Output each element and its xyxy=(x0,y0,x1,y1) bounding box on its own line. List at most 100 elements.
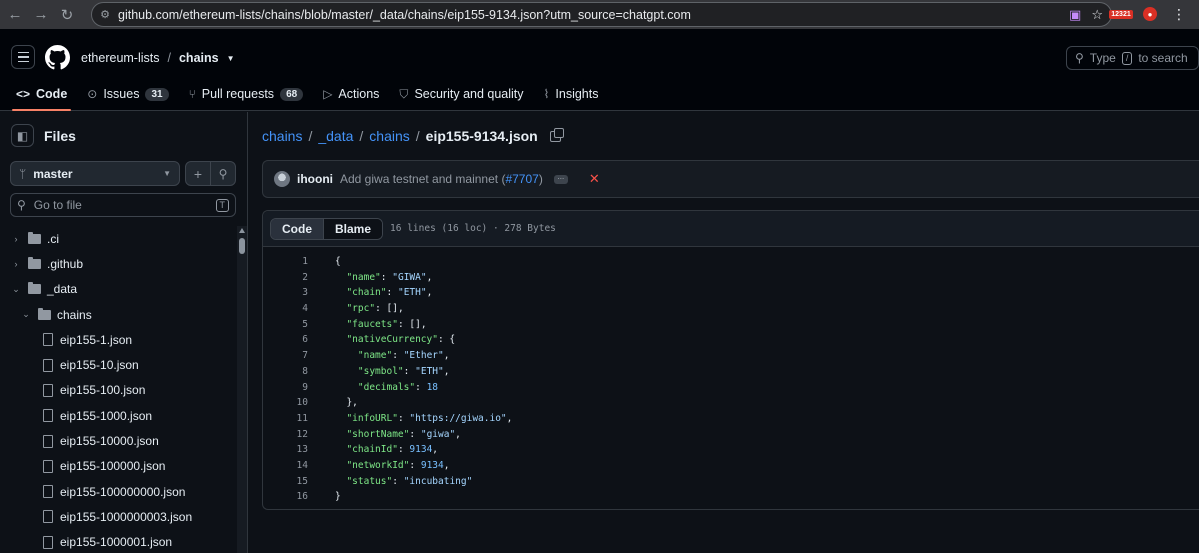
tree-file[interactable]: eip155-100000.json xyxy=(0,454,236,479)
line-number[interactable]: 9 xyxy=(263,380,308,396)
file-tree: › .ci › .github ⌄ _data ⌄ chains eip155-1.json ei… xyxy=(0,226,236,553)
tree-file[interactable]: eip155-10000.json xyxy=(0,428,236,453)
line-number[interactable]: 11 xyxy=(263,411,308,427)
tab-security[interactable]: ⛉ Security and quality xyxy=(389,81,533,107)
code-body: 1{2 "name": "GIWA", 3 "chain": "ETH", 4 "r… xyxy=(263,254,1199,505)
code-line: 1{ xyxy=(263,254,1199,270)
tree-item-label: eip155-10.json xyxy=(60,358,139,373)
more-menu-icon[interactable]: ⋮ xyxy=(1169,4,1189,24)
tree-item-label: eip155-1000001.json xyxy=(60,535,173,550)
line-number[interactable]: 14 xyxy=(263,458,308,474)
tree-folder[interactable]: ⌄ _data xyxy=(0,277,236,302)
pr-link[interactable]: #7707 xyxy=(505,172,538,186)
breadcrumb-chains-root[interactable]: chains xyxy=(262,128,302,144)
tree-file[interactable]: eip155-100.json xyxy=(0,378,236,403)
code-line: 9 "decimals": 18 xyxy=(263,380,1199,396)
line-number[interactable]: 12 xyxy=(263,427,308,443)
line-number[interactable]: 15 xyxy=(263,474,308,490)
tree-file[interactable]: eip155-10.json xyxy=(0,352,236,377)
go-to-file-input[interactable]: ⚲ Go to file T xyxy=(10,193,236,217)
copy-path-icon[interactable] xyxy=(549,127,564,142)
hamburger-menu-icon[interactable] xyxy=(11,45,35,69)
line-number[interactable]: 4 xyxy=(263,301,308,317)
line-number[interactable]: 7 xyxy=(263,348,308,364)
github-logo-icon[interactable] xyxy=(45,45,70,70)
bookmark-star-icon[interactable]: ☆ xyxy=(1091,7,1103,23)
repo-link[interactable]: chains xyxy=(179,51,219,65)
branch-selector[interactable]: ᛘ master ▼ xyxy=(10,161,180,186)
line-number[interactable]: 6 xyxy=(263,332,308,348)
tree-folder[interactable]: › .github xyxy=(0,251,236,276)
search-shortcut: / xyxy=(1121,51,1133,65)
search-input[interactable]: ⚲ Type / to search xyxy=(1066,46,1199,70)
collapse-panel-icon[interactable]: ◧ xyxy=(11,124,34,147)
breadcrumb-data[interactable]: _data xyxy=(318,128,353,144)
tab-insights[interactable]: ⌇ Insights xyxy=(534,81,609,107)
tree-folder[interactable]: › .ci xyxy=(0,226,236,251)
check-failed-icon[interactable]: ✕ xyxy=(589,171,600,187)
line-content: "shortName": "giwa", xyxy=(346,428,461,440)
commit-author[interactable]: ihooni xyxy=(297,172,333,186)
code-line: 16} xyxy=(263,489,1199,505)
file-icon xyxy=(43,510,53,524)
tree-item-label: chains xyxy=(57,307,92,322)
file-viewer: Code Blame 16 lines (16 loc) · 278 Bytes… xyxy=(262,210,1199,510)
back-icon[interactable]: ← xyxy=(2,2,28,28)
line-number[interactable]: 5 xyxy=(263,317,308,333)
expand-commit-button[interactable]: … xyxy=(553,174,568,184)
tab-pull-requests[interactable]: ⑂ Pull requests 68 xyxy=(179,81,314,107)
chevron-right-icon[interactable]: › xyxy=(10,259,22,269)
chevron-down-icon[interactable]: ⌄ xyxy=(10,284,22,295)
folder-icon xyxy=(28,256,41,269)
code-line: 12 "shortName": "giwa", xyxy=(263,427,1199,443)
line-number[interactable]: 8 xyxy=(263,364,308,380)
chevron-down-icon[interactable]: ⌄ xyxy=(20,309,32,320)
file-icon xyxy=(43,434,53,448)
sidebar-scrollbar[interactable] xyxy=(237,226,247,553)
line-number[interactable]: 10 xyxy=(263,395,308,411)
line-content: { xyxy=(335,256,341,267)
tree-file[interactable]: eip155-1.json xyxy=(0,327,236,352)
site-info-icon[interactable]: ⚙ xyxy=(92,8,118,21)
breadcrumb-chains[interactable]: chains xyxy=(369,128,409,144)
issue-icon: ⊙ xyxy=(87,87,98,101)
line-number[interactable]: 16 xyxy=(263,489,308,505)
url-text: github.com/ethereum-lists/chains/blob/ma… xyxy=(118,7,691,22)
chevron-down-icon[interactable]: ▼ xyxy=(227,54,235,63)
add-file-button[interactable]: + xyxy=(185,161,211,186)
cast-icon[interactable]: ▣ xyxy=(1069,7,1081,23)
avatar[interactable] xyxy=(274,171,290,187)
tree-file[interactable]: eip155-1000000003.json xyxy=(0,504,236,529)
line-number[interactable]: 2 xyxy=(263,270,308,286)
shield-icon: ⛉ xyxy=(399,86,409,101)
chevron-right-icon[interactable]: › xyxy=(10,234,22,244)
reload-icon[interactable]: ↻ xyxy=(54,2,80,28)
file-icon xyxy=(43,409,53,423)
file-breadcrumb: chains / _data / chains / eip155-9134.js… xyxy=(262,127,564,144)
search-files-button[interactable]: ⚲ xyxy=(210,161,236,186)
tree-file[interactable]: eip155-1000001.json xyxy=(0,530,236,553)
tree-folder[interactable]: ⌄ chains xyxy=(0,302,236,327)
address-bar[interactable]: ⚙ github.com/ethereum-lists/chains/blob/… xyxy=(91,2,1112,27)
owner-link[interactable]: ethereum-lists xyxy=(81,51,160,65)
search-icon: ⚲ xyxy=(1075,51,1084,65)
code-view-button[interactable]: Code xyxy=(271,218,324,239)
file-icon xyxy=(43,535,53,549)
forward-icon[interactable]: → xyxy=(28,2,54,28)
scroll-up-icon[interactable] xyxy=(239,228,245,233)
tree-file[interactable]: eip155-100000000.json xyxy=(0,479,236,504)
scroll-thumb[interactable] xyxy=(239,238,245,254)
line-number[interactable]: 13 xyxy=(263,442,308,458)
blame-view-button[interactable]: Blame xyxy=(324,218,383,239)
tab-code[interactable]: <> Code xyxy=(6,81,77,111)
line-number[interactable]: 3 xyxy=(263,285,308,301)
line-number[interactable]: 1 xyxy=(263,254,308,270)
commit-message[interactable]: Add giwa testnet and mainnet (#7707) xyxy=(340,172,543,186)
tree-file[interactable]: eip155-1000.json xyxy=(0,403,236,428)
extension-badge-icon[interactable]: 12321 xyxy=(1109,4,1133,24)
extension-shield-icon[interactable]: ● xyxy=(1143,7,1157,21)
breadcrumb-separator: / xyxy=(167,51,171,65)
tab-actions[interactable]: ▷ Actions xyxy=(313,81,389,107)
graph-icon: ⌇ xyxy=(543,87,550,101)
tab-issues[interactable]: ⊙ Issues 31 xyxy=(77,81,178,107)
